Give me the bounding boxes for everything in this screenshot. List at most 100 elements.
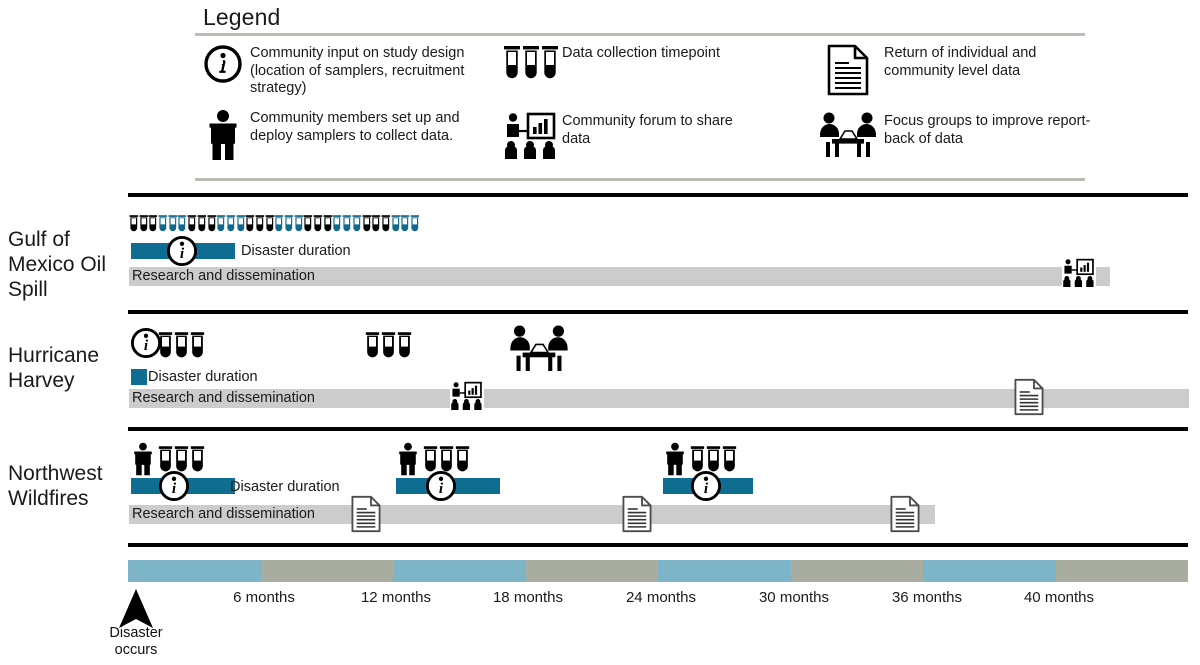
axis-tick-label: 36 months (891, 589, 963, 606)
row-separator (128, 427, 1188, 431)
legend-item-label: Community members set up and deploy samp… (250, 110, 460, 144)
axis-band (128, 560, 261, 582)
legend-item-label: Return of individual and community level… (884, 45, 1037, 79)
test-tube-icon (303, 209, 313, 244)
test-tube-icon (265, 209, 275, 244)
legend-item-data-collection: Data collection timepoint (500, 44, 760, 86)
research-label-gulf: Research and dissemination (132, 268, 315, 284)
focus-group-icon (812, 112, 884, 158)
axis-tick-label: 18 months (492, 589, 564, 606)
row-label-hurricane-harvey: Hurricane Harvey (8, 344, 100, 392)
test-tube-icon (139, 209, 149, 244)
time-axis-bar (128, 560, 1188, 582)
test-tube-icon (410, 209, 420, 244)
legend-item-community-forum: Community forum to share data (500, 112, 760, 160)
test-tube-icon (216, 209, 226, 244)
row-label-northwest-wildfires: Northwest Wildfires (8, 462, 103, 510)
row-separator (128, 193, 1188, 197)
disaster-occurs-label: Disaster occurs (109, 625, 163, 658)
axis-tick-label: 6 months (233, 589, 295, 606)
test-tube-icon (323, 209, 333, 244)
axis-band (658, 560, 791, 582)
test-tube-icon (197, 209, 207, 244)
document-icon (622, 495, 652, 538)
row-separator (128, 543, 1188, 547)
document-icon (812, 44, 884, 96)
test-tube-icon (371, 209, 381, 244)
legend-title: Legend (203, 4, 281, 30)
axis-band (393, 560, 526, 582)
legend-item-community-input: i Community input on study design (locat… (196, 44, 476, 98)
test-tube-icon (158, 330, 173, 367)
test-tube-icon (207, 209, 217, 244)
test-tube-icon (148, 209, 158, 244)
legend-item-return-data: Return of individual and community level… (812, 44, 1092, 96)
info-circle-icon: i (158, 470, 190, 507)
test-tube-icon (236, 209, 246, 244)
test-tube-icon (255, 209, 265, 244)
legend-item-label: Focus groups to improve report-back of d… (884, 113, 1091, 147)
timeline-figure: Legend i Community input on study design… (0, 0, 1200, 665)
row-separator (128, 310, 1188, 314)
person-icon (196, 109, 250, 161)
test-tube-icon (455, 444, 470, 481)
test-tube-icon (313, 209, 323, 244)
test-tube-icon (190, 330, 205, 367)
test-tube-icon (129, 209, 139, 244)
axis-band (1055, 560, 1188, 582)
focus-group-icon (506, 325, 572, 377)
test-tube-icon (284, 209, 294, 244)
test-tube-icon (362, 209, 372, 244)
research-label-harvey: Research and dissemination (132, 390, 315, 406)
test-tube-icon (400, 209, 410, 244)
test-tube-icon (342, 209, 352, 244)
disaster-duration-label-gulf: Disaster duration (241, 243, 351, 259)
presentation-icon (447, 379, 487, 416)
axis-band (790, 560, 923, 582)
legend-item-label: Data collection timepoint (562, 45, 720, 61)
test-tube-icon (245, 209, 255, 244)
info-circle-icon: i (196, 44, 250, 84)
test-tube-icon (174, 330, 189, 367)
presentation-icon (500, 112, 562, 160)
test-tube-icon (391, 209, 401, 244)
research-label-wildfires: Research and dissemination (132, 506, 315, 522)
test-tube-icon (294, 209, 304, 244)
test-tube-icon (397, 330, 412, 367)
legend-item-label: Community forum to share data (562, 113, 733, 147)
legend-item-focus-groups: Focus groups to improve report-back of d… (812, 112, 1092, 158)
disaster-duration-label-wildfires: Disaster duration (230, 479, 340, 495)
test-tube-icon (381, 209, 391, 244)
document-icon (890, 495, 920, 538)
test-tube-icon (226, 209, 236, 244)
legend-divider-top (195, 33, 1085, 36)
axis-band (525, 560, 658, 582)
test-tubes-icon (500, 44, 562, 86)
document-icon (351, 495, 381, 538)
test-tube-icon (332, 209, 342, 244)
legend-divider-bottom (195, 178, 1085, 181)
axis-tick-label: 24 months (625, 589, 697, 606)
legend-item-community-members: Community members set up and deploy samp… (196, 109, 476, 161)
test-tube-icon (274, 209, 284, 244)
test-tube-icon (190, 444, 205, 481)
test-tube-icon (722, 444, 737, 481)
presentation-icon (1059, 256, 1099, 293)
axis-tick-label: 30 months (758, 589, 830, 606)
axis-tick-label: 12 months (360, 589, 432, 606)
data-collection-tubes-harvey-1 (158, 330, 205, 367)
info-circle-icon: i (425, 470, 457, 507)
axis-band (260, 560, 393, 582)
test-tube-icon (352, 209, 362, 244)
test-tube-icon (365, 330, 380, 367)
legend-item-label: Community input on study design (locatio… (250, 45, 465, 96)
data-collection-tubes-harvey-2 (365, 330, 412, 367)
axis-tick-label: 40 months (1023, 589, 1095, 606)
document-icon (1014, 378, 1044, 421)
axis-band (923, 560, 1056, 582)
person-icon (395, 440, 421, 483)
test-tube-icon (381, 330, 396, 367)
person-icon (662, 440, 688, 483)
svg-text:i: i (221, 57, 226, 76)
row-label-gulf-of-mexico-oil-spill: Gulf of Mexico Oil Spill (8, 228, 107, 301)
